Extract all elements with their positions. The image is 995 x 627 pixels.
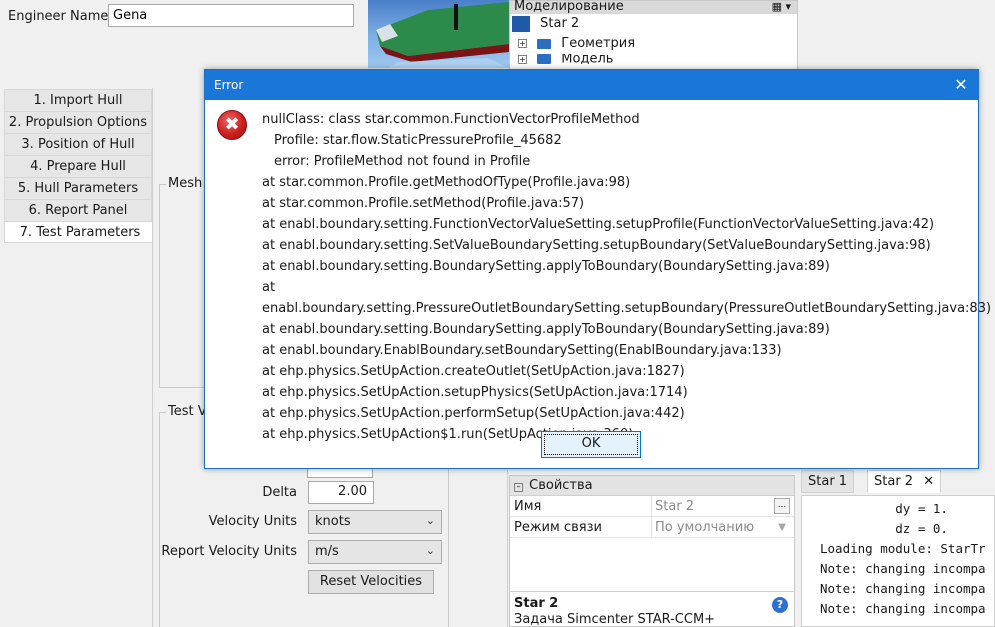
expand-icon[interactable]: + bbox=[518, 54, 527, 64]
tree-toolbar-icon[interactable]: ▦ ▾ bbox=[772, 1, 791, 13]
chevron-down-icon: ⌄ bbox=[425, 544, 435, 557]
tree-item-label: Star 2 bbox=[540, 16, 580, 31]
console-line: dz = 0. bbox=[820, 521, 948, 536]
error-line: at ehp.physics.SetUpAction.performSetup(… bbox=[262, 406, 685, 421]
tree-header: Моделирование ▦ ▾ bbox=[510, 0, 797, 14]
error-line: error: ProfileMethod not found in Profil… bbox=[274, 154, 531, 169]
close-icon[interactable]: ✕ bbox=[923, 474, 934, 489]
property-name: Режим связи bbox=[514, 520, 602, 535]
tree-item-label: Модель bbox=[561, 54, 614, 64]
properties-title: Свойства bbox=[529, 478, 593, 493]
folder-icon bbox=[537, 38, 552, 49]
wizard-tabs: 1. Import Hull 2. Propulsion Options 3. Po… bbox=[4, 89, 156, 243]
report-velocity-units-value: m/s bbox=[315, 544, 339, 559]
error-dialog: Error ✕ ✖ nullClass: class star.common.F… bbox=[204, 69, 991, 469]
tree-header-title: Моделирование bbox=[514, 0, 624, 14]
tab-star1[interactable]: Star 1 bbox=[801, 470, 855, 493]
tab-5[interactable]: 5. Hull Parameters bbox=[4, 177, 152, 199]
tab-3[interactable]: 3. Position of Hull bbox=[4, 133, 152, 155]
mid-left-area bbox=[458, 470, 508, 627]
report-velocity-units-label: Report Velocity Units bbox=[161, 544, 297, 559]
error-icon: ✖ bbox=[217, 110, 247, 140]
tab-star2[interactable]: Star 2 ✕ bbox=[867, 470, 942, 493]
error-line: at star.common.Profile.setMethod(Profile… bbox=[262, 196, 585, 211]
property-description: Star 2 Задача Simcenter STAR-CCM+ ? bbox=[510, 591, 794, 627]
expand-icon[interactable]: + bbox=[518, 39, 527, 48]
velocity-units-select[interactable]: knots ⌄ bbox=[308, 510, 442, 534]
error-message: nullClass: class star.common.FunctionVec… bbox=[262, 109, 991, 445]
tree-item-model[interactable]: + Модель bbox=[510, 54, 797, 64]
property-name: Имя bbox=[514, 499, 542, 514]
report-velocity-units-select[interactable]: m/s ⌄ bbox=[308, 540, 442, 564]
dialog-title: Error bbox=[214, 78, 244, 92]
ellipsis-button[interactable]: ... bbox=[774, 498, 790, 514]
dialog-title-bar[interactable]: Error ✕ bbox=[205, 70, 978, 100]
console-line: Loading module: StarTr bbox=[820, 541, 986, 556]
engineer-name-input[interactable] bbox=[108, 4, 354, 27]
velocity-units-value: knots bbox=[315, 514, 351, 529]
error-line: at enabl.boundary.EnablBoundary.setBound… bbox=[262, 343, 782, 358]
error-line: at star.common.Profile.getMethodOfType(P… bbox=[262, 175, 631, 190]
tab-2[interactable]: 2. Propulsion Options bbox=[4, 111, 152, 133]
tab-7[interactable]: 7. Test Parameters bbox=[4, 221, 156, 243]
error-line: at enabl.boundary.setting.BoundarySettin… bbox=[262, 322, 830, 337]
reset-velocities-button[interactable]: Reset Velocities bbox=[308, 570, 434, 594]
delta-input[interactable]: 2.00 bbox=[308, 481, 374, 504]
ship-preview-image bbox=[368, 0, 509, 68]
ok-button[interactable]: OK bbox=[541, 431, 641, 458]
console-line: Note: changing incompa bbox=[820, 581, 986, 596]
console-panel: Star 1 Star 2 ✕ dy = 1. dz = 0. Loading … bbox=[799, 470, 995, 627]
properties-panel: – Свойства Имя Star 2 ... Режим связи По… bbox=[509, 475, 795, 627]
delta-label: Delta bbox=[262, 485, 297, 500]
simulation-tree-panel: Моделирование ▦ ▾ Star 2 + Геометрия + М… bbox=[509, 0, 798, 70]
console-line: dy = 1. bbox=[820, 501, 948, 516]
console-line: Note: changing incompa bbox=[820, 601, 986, 616]
ship-hull-graphic bbox=[376, 2, 509, 68]
error-line: at ehp.physics.SetUpAction.createOutlet(… bbox=[262, 364, 685, 379]
property-row-name: Имя Star 2 ... bbox=[510, 496, 794, 517]
tree-item-geometry[interactable]: + Геометрия bbox=[510, 34, 797, 54]
tab-label: Star 2 bbox=[874, 474, 914, 489]
error-line: at ehp.physics.SetUpAction.setupPhysics(… bbox=[262, 385, 688, 400]
folder-icon bbox=[537, 54, 552, 64]
error-line: at enabl.boundary.setting.SetValueBounda… bbox=[262, 238, 931, 253]
chevron-down-icon: ⌄ bbox=[425, 514, 435, 527]
velocity-units-label: Velocity Units bbox=[208, 514, 297, 529]
tab-label: Star 1 bbox=[808, 474, 848, 489]
tab-4[interactable]: 4. Prepare Hull bbox=[4, 155, 152, 177]
property-value[interactable]: Star 2 bbox=[655, 496, 694, 517]
description-text: Задача Simcenter STAR-CCM+ bbox=[514, 612, 716, 627]
help-icon[interactable]: ? bbox=[772, 597, 788, 613]
console-output: dy = 1. dz = 0. Loading module: StarTr N… bbox=[801, 495, 995, 627]
property-value[interactable]: По умолчанию bbox=[655, 517, 754, 538]
error-line: Profile: star.flow.StaticPressureProfile… bbox=[274, 133, 562, 148]
error-line: at enabl.boundary.setting.FunctionVector… bbox=[262, 217, 935, 232]
error-line: at enabl.boundary.setting.BoundarySettin… bbox=[262, 259, 830, 274]
tab-6[interactable]: 6. Report Panel bbox=[4, 199, 152, 221]
error-line: at enabl.boundary.setting.PressureOutlet… bbox=[262, 280, 992, 316]
console-line: Note: changing incompa bbox=[820, 561, 986, 576]
initial-velocity-input[interactable] bbox=[307, 469, 373, 478]
tree-item-label: Геометрия bbox=[561, 36, 636, 51]
minus-icon[interactable]: – bbox=[514, 483, 523, 492]
properties-header: – Свойства bbox=[510, 476, 794, 496]
dropdown-arrow-icon[interactable]: ▼ bbox=[778, 517, 786, 538]
property-row-coupling: Режим связи По умолчанию ▼ bbox=[510, 517, 794, 538]
close-icon[interactable]: ✕ bbox=[952, 70, 970, 100]
tree-item-star2[interactable]: Star 2 bbox=[510, 14, 797, 34]
description-title: Star 2 bbox=[514, 596, 559, 611]
tab-1[interactable]: 1. Import Hull bbox=[4, 89, 152, 111]
engineer-name-label: Engineer Name bbox=[8, 9, 109, 24]
error-line: nullClass: class star.common.FunctionVec… bbox=[262, 112, 640, 127]
simulation-icon bbox=[512, 15, 530, 32]
